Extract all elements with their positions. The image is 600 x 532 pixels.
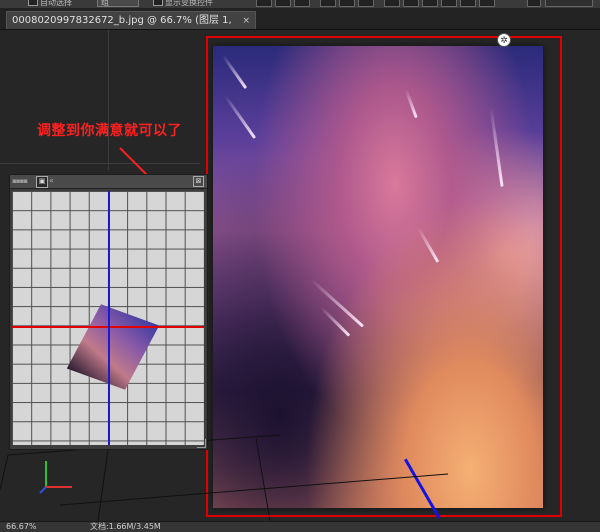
expand-icon[interactable]: ⊠ <box>193 176 204 187</box>
grid-vertical-axis <box>108 191 110 445</box>
panel-grip[interactable]: ▪▪▪▪ <box>12 177 28 185</box>
panel-header[interactable]: ▪▪▪▪ ▣ « ⊠ <box>10 175 207 189</box>
3d-panel: ▪▪▪▪ ▣ « ⊠ <box>9 174 208 450</box>
axis-3d-icon[interactable] <box>36 455 76 495</box>
preview-grid[interactable] <box>12 191 204 445</box>
preview-thumbnail[interactable] <box>66 304 160 390</box>
collapse-icon[interactable]: « <box>49 176 54 185</box>
resize-handle[interactable] <box>197 439 206 448</box>
status-bar: 66.67% 文档:1.66M/3.45M <box>0 521 600 532</box>
panel-menu-icon[interactable]: ▣ <box>36 176 48 188</box>
